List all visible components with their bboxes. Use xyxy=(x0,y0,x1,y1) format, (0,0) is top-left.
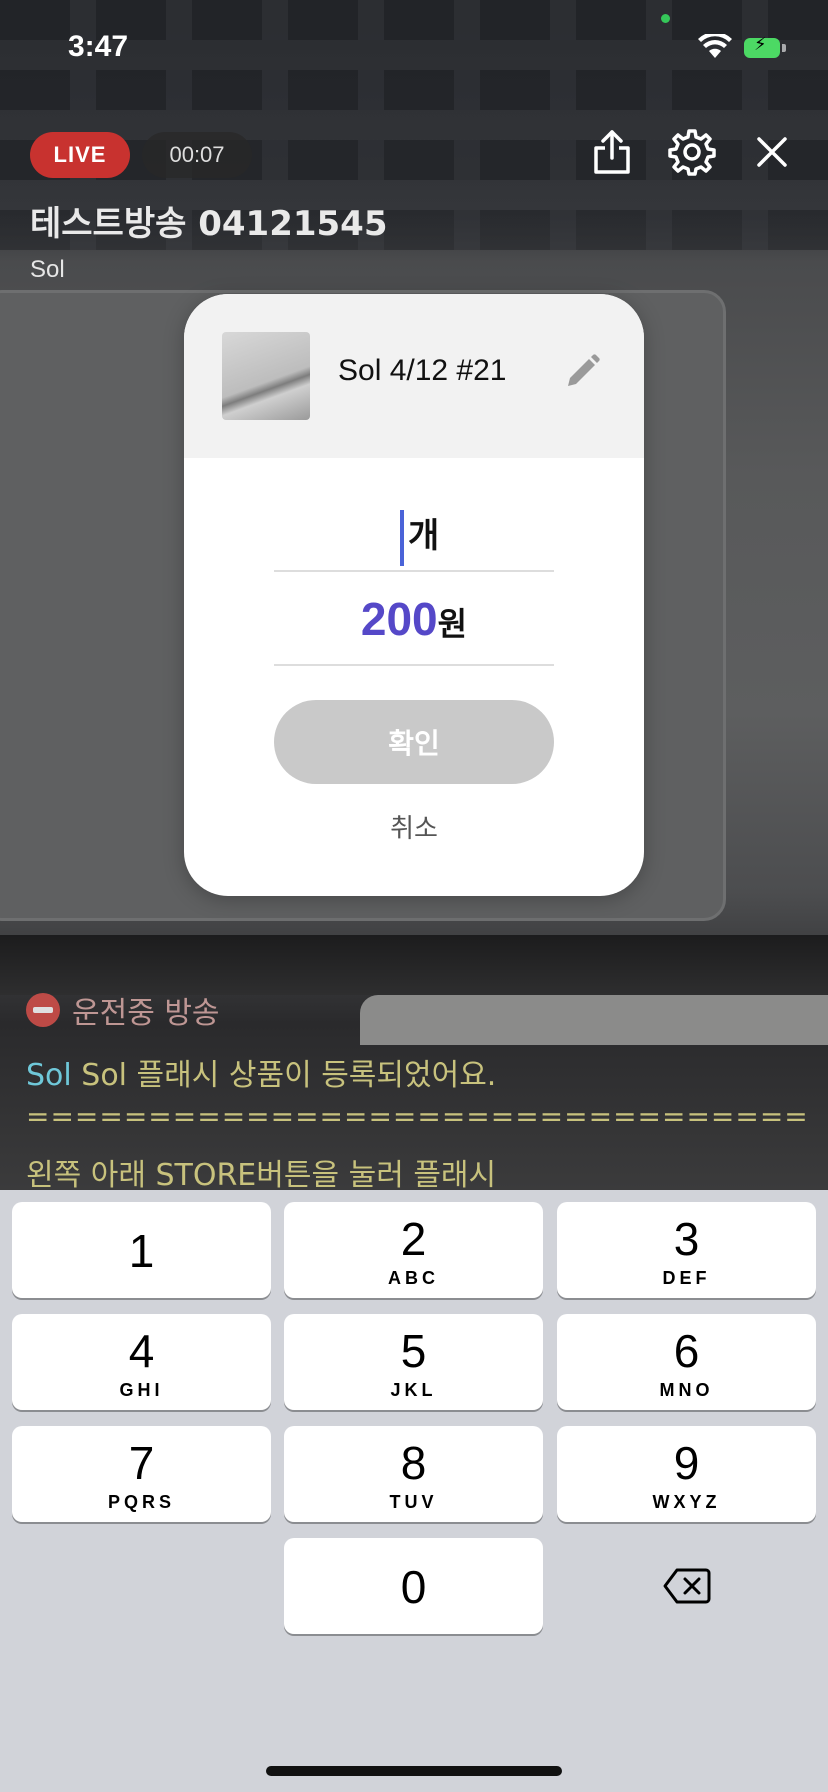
key-1[interactable]: 1 xyxy=(12,1202,271,1298)
key-digit: 4 xyxy=(128,1325,155,1377)
key-digit: 8 xyxy=(400,1437,427,1489)
key-digit: 0 xyxy=(400,1561,427,1613)
edit-product-button[interactable] xyxy=(562,352,602,392)
no-entry-icon xyxy=(26,993,60,1027)
key-digit: 2 xyxy=(400,1213,427,1265)
status-time: 3:47 xyxy=(68,30,129,63)
key-digit: 6 xyxy=(673,1325,700,1377)
text-caret xyxy=(400,510,404,566)
gear-icon xyxy=(668,129,716,176)
key-letters: TUV xyxy=(389,1492,438,1512)
dialog-header: Sol 4/12 #21 xyxy=(184,294,644,458)
chat-text: 왼쪽 아래 STORE버튼을 눌러 플래시 xyxy=(26,1158,497,1193)
key-letters: PQRS xyxy=(107,1492,175,1512)
elapsed-timer: 00:07 xyxy=(142,132,252,178)
key-letters: GHI xyxy=(119,1380,164,1400)
chat-divider-text: ================================ xyxy=(26,1100,809,1133)
close-icon xyxy=(757,137,787,167)
numeric-keypad: 1 2 ABC 3 DEF 4 GHI 5 JKL 6 MNO 7 PQRS 8… xyxy=(0,1190,828,1792)
quantity-input[interactable]: 개 xyxy=(274,498,554,572)
close-button[interactable] xyxy=(744,124,800,180)
camera-indicator-dot xyxy=(661,14,670,23)
quantity-unit: 개 xyxy=(408,516,440,556)
status-bar: 3:47 ⚡ xyxy=(0,0,828,100)
chat-sender: Sol xyxy=(26,1058,72,1093)
broadcast-title: 테스트방송 04121545 xyxy=(30,204,388,244)
key-digit: 3 xyxy=(673,1213,700,1265)
key-letters: WXYZ xyxy=(652,1492,721,1512)
chat-message: 운전중 방송 xyxy=(26,988,220,1032)
share-button[interactable] xyxy=(584,124,640,180)
key-digit: 5 xyxy=(400,1325,427,1377)
backspace-key[interactable] xyxy=(557,1538,816,1634)
key-3[interactable]: 3 DEF xyxy=(557,1202,816,1298)
key-5[interactable]: 5 JKL xyxy=(284,1314,543,1410)
key-digit: 9 xyxy=(673,1437,700,1489)
battery-tip xyxy=(782,44,786,52)
laptop-foot-decoration xyxy=(360,995,828,1045)
key-digit: 7 xyxy=(128,1437,155,1489)
chat-text: Sol 플래시 상품이 등록되었어요. xyxy=(71,1058,497,1093)
settings-button[interactable] xyxy=(664,124,720,180)
product-price-dialog: Sol 4/12 #21 개 200원 확인 취소 xyxy=(184,294,644,896)
cancel-button[interactable]: 취소 xyxy=(184,808,644,845)
key-8[interactable]: 8 TUV xyxy=(284,1426,543,1522)
key-letters: JKL xyxy=(390,1380,437,1400)
key-7[interactable]: 7 PQRS xyxy=(12,1426,271,1522)
pencil-icon xyxy=(568,354,600,386)
product-thumbnail xyxy=(222,332,310,420)
live-badge: LIVE xyxy=(30,132,130,178)
confirm-button[interactable]: 확인 xyxy=(274,700,554,784)
chat-text: 운전중 방송 xyxy=(72,996,220,1031)
key-letters: ABC xyxy=(388,1268,439,1288)
charging-bolt-icon: ⚡ xyxy=(754,34,767,55)
key-2[interactable]: 2 ABC xyxy=(284,1202,543,1298)
key-9[interactable]: 9 WXYZ xyxy=(557,1426,816,1522)
home-indicator xyxy=(266,1766,562,1776)
price-value: 200 xyxy=(360,593,438,645)
backspace-icon xyxy=(663,1568,710,1604)
wifi-icon xyxy=(698,34,732,58)
price-unit: 원 xyxy=(437,605,468,643)
key-letters: DEF xyxy=(662,1268,711,1288)
key-digit: 1 xyxy=(128,1225,155,1277)
key-0[interactable]: 0 xyxy=(284,1538,543,1634)
key-6[interactable]: 6 MNO xyxy=(557,1314,816,1410)
host-name: Sol xyxy=(30,256,65,283)
key-4[interactable]: 4 GHI xyxy=(12,1314,271,1410)
laptop-edge-decoration xyxy=(0,935,828,995)
key-letters: MNO xyxy=(659,1380,714,1400)
chat-message: Sol Sol 플래시 상품이 등록되었어요. xyxy=(26,1050,496,1094)
price-input[interactable]: 200원 xyxy=(274,592,554,666)
share-icon xyxy=(594,130,630,174)
product-name: Sol 4/12 #21 xyxy=(338,354,507,387)
